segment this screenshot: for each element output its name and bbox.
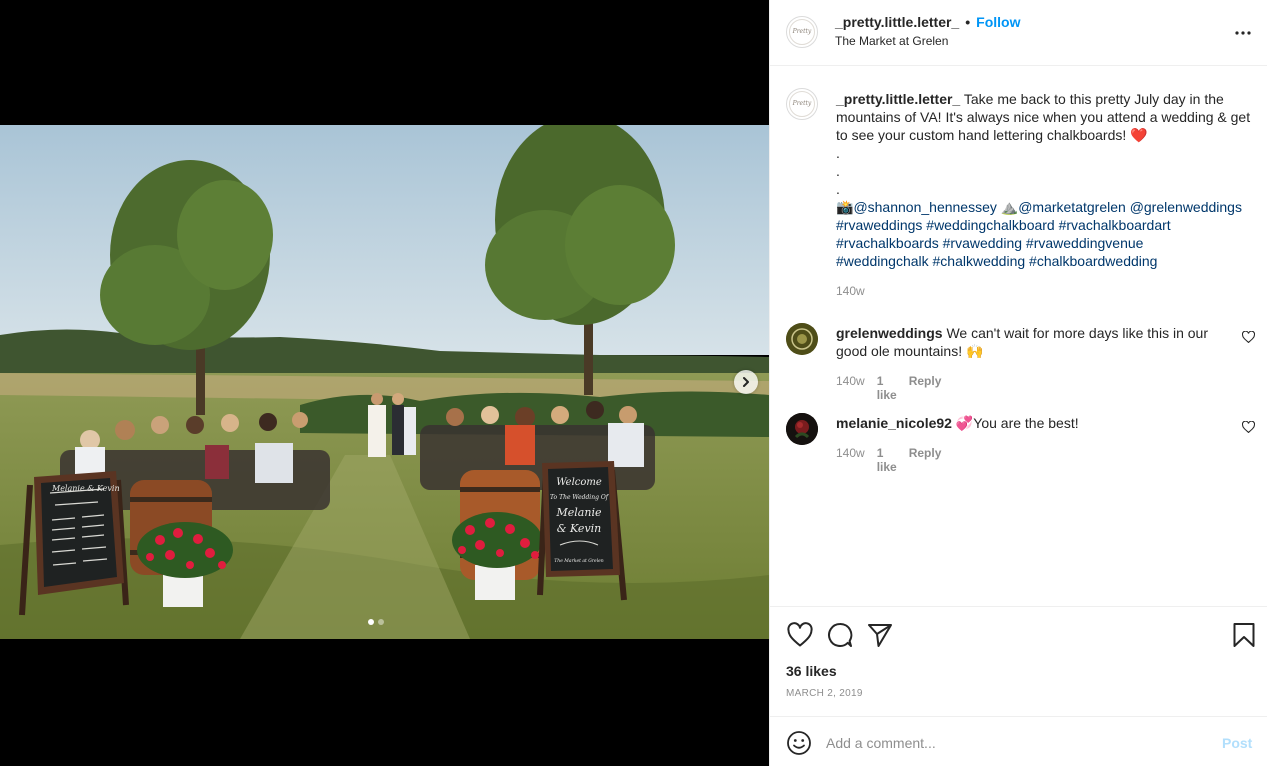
header-user-row: _pretty.little.letter_ • Follow — [835, 14, 1020, 30]
caption-time[interactable]: 140w — [836, 284, 865, 298]
comment-text: melanie_nicole92 💞You are the best! — [836, 414, 1226, 432]
follow-button[interactable]: Follow — [976, 14, 1020, 30]
comment-time[interactable]: 140w — [836, 446, 865, 474]
sign-welcome: Welcome — [556, 477, 602, 488]
header-separator: • — [965, 14, 971, 30]
commenter-avatar[interactable] — [786, 323, 818, 355]
mention-shannon[interactable]: @shannon_hennessey — [853, 199, 996, 215]
post-actions: 36 likes MARCH 2, 2019 — [770, 606, 1267, 716]
mention-marketatgrelen[interactable]: @marketatgrelen — [1018, 199, 1126, 215]
carousel-indicator — [368, 619, 384, 625]
reply-button[interactable]: Reply — [909, 374, 942, 402]
comment-username[interactable]: melanie_nicole92 — [836, 415, 952, 431]
comments-section: Pretty _pretty.little.letter_ Take me ba… — [770, 66, 1267, 606]
comment-body: You are the best! — [973, 415, 1079, 431]
post-date[interactable]: MARCH 2, 2019 — [786, 688, 863, 699]
more-options-icon — [1235, 31, 1251, 35]
hashtag[interactable]: #chalkboardwedding — [1029, 253, 1157, 269]
sign-line5: The Market at Grelen — [554, 558, 603, 564]
comment-meta: 140w 1 like Reply — [836, 446, 941, 474]
author-avatar[interactable]: Pretty — [786, 16, 818, 48]
caption-text: _pretty.little.letter_ Take me back to t… — [836, 91, 1251, 269]
post-comment-button[interactable]: Post — [1222, 735, 1252, 751]
comment-username[interactable]: grelenweddings — [836, 325, 943, 341]
comment-input[interactable] — [826, 730, 1206, 756]
carousel-next-button[interactable] — [734, 370, 758, 394]
hashtag[interactable]: #rvachalkboards — [836, 235, 939, 251]
commenter-avatar[interactable] — [786, 413, 818, 445]
save-bookmark-icon[interactable] — [1230, 621, 1258, 649]
hashtag[interactable]: #chalkwedding — [933, 253, 1026, 269]
more-options-button[interactable] — [1232, 22, 1254, 44]
hashtag[interactable]: #weddingchalk — [836, 253, 929, 269]
media-pane: Melanie & Kevin Welcome To The Wedding O… — [0, 0, 769, 766]
like-heart-icon[interactable] — [786, 621, 814, 649]
mountain-emoji: ⛰️ — [1000, 199, 1019, 215]
camera-emoji: 📸 — [836, 199, 854, 215]
wedding-photo: Melanie & Kevin Welcome To The Wedding O… — [0, 125, 769, 639]
carousel-dot-2 — [378, 619, 384, 625]
hashtag[interactable]: #weddingchalkboard — [926, 217, 1054, 233]
likes-count[interactable]: 36 likes — [786, 663, 837, 679]
grelen-logo-icon — [786, 323, 818, 355]
hashtag[interactable]: #rvaweddings — [836, 217, 922, 233]
add-comment-bar: Post — [770, 716, 1267, 766]
comment-text: grelenweddings We can't wait for more da… — [836, 324, 1226, 360]
location-link[interactable]: The Market at Grelen — [835, 34, 948, 48]
comment-likes[interactable]: 1 like — [877, 374, 897, 402]
comment-likes[interactable]: 1 like — [877, 446, 897, 474]
like-comment-heart-icon[interactable] — [1242, 421, 1255, 433]
carousel-dot-1 — [368, 619, 374, 625]
author-username[interactable]: _pretty.little.letter_ — [835, 14, 959, 30]
reply-button[interactable]: Reply — [909, 446, 942, 474]
chevron-right-icon — [743, 377, 749, 387]
like-comment-heart-icon[interactable] — [1242, 331, 1255, 343]
comment-meta: 140w 1 like Reply — [836, 374, 941, 402]
sign-line2: To The Wedding Of — [550, 494, 610, 501]
post-photo[interactable]: Melanie & Kevin Welcome To The Wedding O… — [0, 125, 769, 639]
mention-grelenweddings[interactable]: @grelenweddings — [1130, 199, 1242, 215]
post-header: Pretty _pretty.little.letter_ • Follow T… — [770, 0, 1267, 66]
hashtag[interactable]: #rvawedding — [943, 235, 1022, 251]
comment-time[interactable]: 140w — [836, 374, 865, 402]
rose-avatar-icon — [786, 413, 818, 445]
hashtag[interactable]: #rvaweddingvenue — [1026, 235, 1144, 251]
hashtag[interactable]: #rvachalkboardart — [1059, 217, 1171, 233]
svg-text:Melanie & Kevin: Melanie & Kevin — [51, 484, 120, 493]
emoji-smiley-icon[interactable] — [786, 730, 812, 756]
comment-bubble-icon[interactable] — [826, 621, 854, 649]
caption-username[interactable]: _pretty.little.letter_ — [836, 91, 960, 107]
caption-avatar[interactable]: Pretty — [786, 88, 818, 120]
post-side-panel: Pretty _pretty.little.letter_ • Follow T… — [769, 0, 1267, 766]
sign-line3: Melanie — [556, 506, 602, 519]
sign-line4: & Kevin — [557, 522, 602, 535]
caption-meta: 140w — [836, 284, 865, 298]
share-send-icon[interactable] — [866, 621, 894, 649]
hearts-emoji: 💞 — [955, 415, 974, 431]
